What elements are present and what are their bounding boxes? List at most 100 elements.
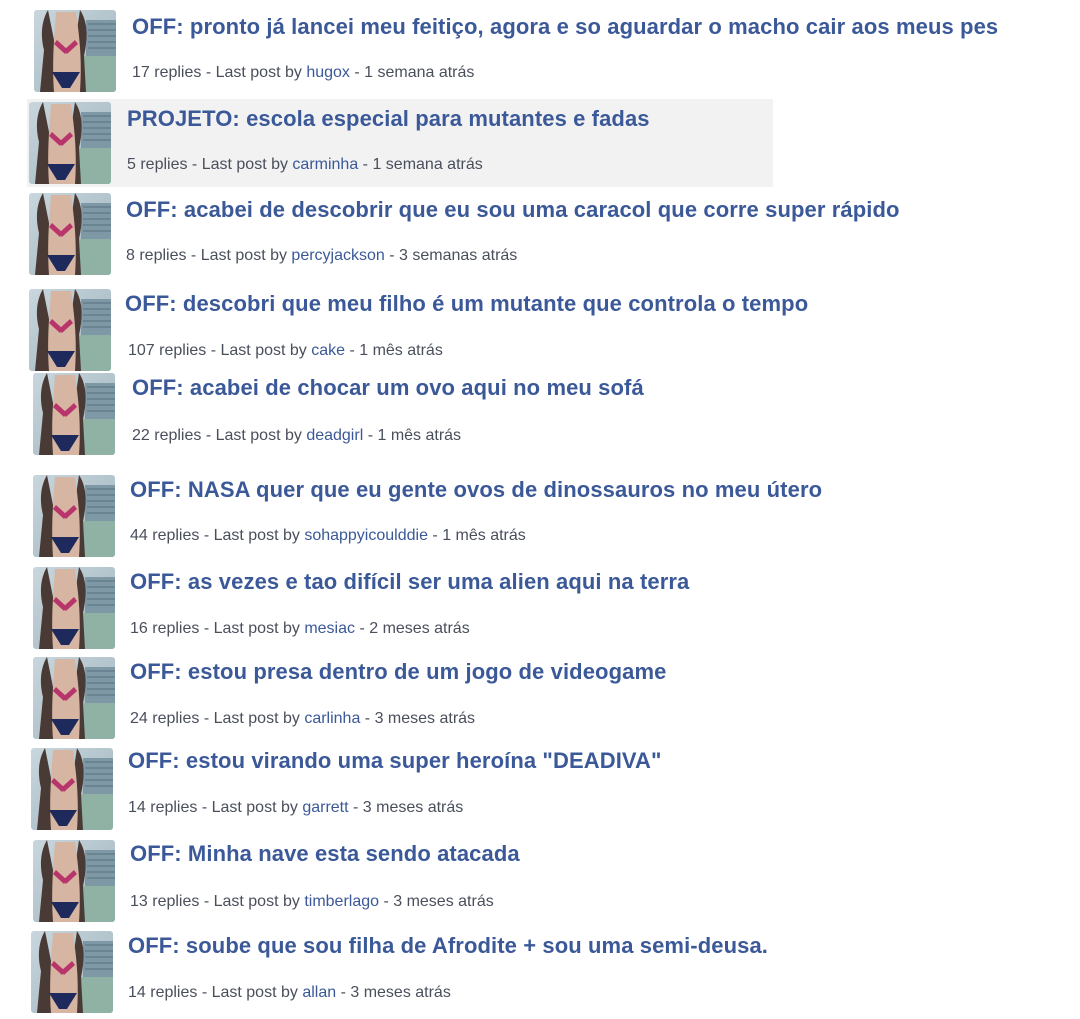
topic-title-link[interactable]: OFF: NASA quer que eu gente ovos de dino… (130, 477, 822, 503)
avatar-photo-icon (33, 567, 115, 649)
meta-label: replies - Last post by (145, 799, 303, 816)
topic-row: OFF: estou virando uma super heroína "DE… (31, 748, 1071, 836)
last-post-time: 1 mês atrás (359, 342, 443, 359)
last-post-time: 1 semana atrás (364, 64, 475, 81)
avatar-photo-icon (29, 102, 111, 184)
last-poster-link[interactable]: carlinha (304, 710, 360, 727)
avatar-photo-icon (33, 373, 115, 455)
topic-meta: 16 replies - Last post by mesiac - 2 mes… (130, 620, 470, 638)
user-avatar[interactable] (31, 931, 113, 1013)
user-avatar[interactable] (29, 102, 111, 184)
last-post-time: 3 meses atrás (350, 984, 451, 1001)
topic-row: OFF: NASA quer que eu gente ovos de dino… (33, 475, 1073, 563)
topic-meta: 13 replies - Last post by timberlago - 3… (130, 893, 494, 911)
avatar-photo-icon (33, 657, 115, 739)
meta-separator: - (360, 710, 375, 727)
topic-title-link[interactable]: OFF: Minha nave esta sendo atacada (130, 841, 520, 867)
last-poster-link[interactable]: garrett (302, 799, 348, 816)
topic-title-link[interactable]: OFF: pronto já lancei meu feitiço, agora… (132, 14, 998, 40)
meta-separator: - (336, 984, 351, 1001)
last-post-time: 2 meses atrás (369, 620, 470, 637)
reply-count: 8 (126, 247, 135, 264)
last-poster-link[interactable]: hugox (306, 64, 350, 81)
meta-separator: - (358, 156, 373, 173)
last-post-time: 3 meses atrás (362, 799, 464, 816)
topic-title-link[interactable]: PROJETO: escola especial para mutantes e… (127, 106, 650, 132)
reply-count: 107 (128, 342, 155, 359)
topic-row: OFF: Minha nave esta sendo atacada 13 re… (33, 840, 1073, 928)
avatar-photo-icon (29, 289, 111, 371)
user-avatar[interactable] (33, 373, 115, 455)
avatar-photo-icon (31, 931, 113, 1013)
topic-title-link[interactable]: OFF: acabei de descobrir que eu sou uma … (126, 197, 900, 223)
topic-title-link[interactable]: OFF: estou virando uma super heroína "DE… (128, 748, 662, 774)
last-poster-link[interactable]: allan (302, 984, 336, 1001)
meta-label: replies - Last post by (154, 342, 312, 359)
last-post-time: 1 mês atrás (377, 427, 462, 444)
topic-title-link[interactable]: OFF: estou presa dentro de um jogo de vi… (130, 659, 666, 685)
reply-count: 24 (130, 710, 148, 727)
avatar-photo-icon (33, 475, 115, 557)
user-avatar[interactable] (34, 10, 116, 92)
last-poster-link[interactable]: cake (311, 342, 345, 359)
last-post-time: 1 mês atrás (442, 527, 526, 544)
meta-label: replies - Last post by (147, 527, 305, 544)
topic-meta: 22 replies - Last post by deadgirl - 1 m… (132, 427, 461, 445)
meta-separator: - (384, 247, 400, 264)
user-avatar[interactable] (31, 748, 113, 830)
topic-meta: 14 replies - Last post by garrett - 3 me… (128, 799, 463, 817)
reply-count: 16 (130, 620, 148, 637)
reply-count: 5 (127, 156, 136, 173)
reply-count: 14 (128, 984, 146, 1001)
topic-row: OFF: acabei de chocar um ovo aqui no meu… (33, 373, 1073, 461)
meta-label: replies - Last post by (147, 710, 305, 727)
meta-separator: - (427, 527, 443, 544)
topic-row: OFF: descobri que meu filho é um mutante… (29, 289, 1069, 377)
avatar-photo-icon (29, 193, 111, 275)
meta-label: replies - Last post by (147, 893, 305, 910)
meta-label: replies - Last post by (149, 64, 307, 81)
user-avatar[interactable] (33, 567, 115, 649)
topic-title-link[interactable]: OFF: acabei de chocar um ovo aqui no meu… (132, 375, 644, 401)
user-avatar[interactable] (33, 840, 115, 922)
topic-meta: 107 replies - Last post by cake - 1 mês … (128, 342, 443, 360)
meta-separator: - (355, 620, 370, 637)
reply-count: 17 (132, 64, 150, 81)
meta-label: replies - Last post by (149, 427, 307, 444)
last-post-time: 3 meses atrás (374, 710, 476, 727)
topic-meta: 5 replies - Last post by carminha - 1 se… (127, 156, 483, 174)
topic-meta: 8 replies - Last post by percyjackson - … (126, 247, 517, 265)
topic-title-link[interactable]: OFF: as vezes e tao difícil ser uma alie… (130, 569, 689, 595)
last-post-time: 1 semana atrás (372, 156, 483, 173)
topic-title-link[interactable]: OFF: descobri que meu filho é um mutante… (125, 291, 808, 317)
topic-meta: 14 replies - Last post by allan - 3 mese… (128, 984, 451, 1002)
last-post-time: 3 semanas atrás (399, 247, 518, 264)
user-avatar[interactable] (33, 657, 115, 739)
user-avatar[interactable] (29, 289, 111, 371)
meta-label: replies - Last post by (147, 620, 305, 637)
reply-count: 14 (128, 799, 146, 816)
last-post-time: 3 meses atrás (393, 893, 494, 910)
last-poster-link[interactable]: sohappyicoulddie (304, 527, 428, 544)
last-poster-link[interactable]: percyjackson (291, 247, 384, 264)
meta-separator: - (379, 893, 394, 910)
topic-row: PROJETO: escola especial para mutantes e… (27, 99, 773, 187)
reply-count: 44 (130, 527, 148, 544)
last-poster-link[interactable]: timberlago (304, 893, 379, 910)
topic-meta: 24 replies - Last post by carlinha - 3 m… (130, 710, 475, 728)
last-poster-link[interactable]: deadgirl (306, 427, 363, 444)
meta-separator: - (349, 64, 365, 81)
avatar-photo-icon (33, 840, 115, 922)
topic-row: OFF: pronto já lancei meu feitiço, agora… (32, 10, 1072, 98)
user-avatar[interactable] (33, 475, 115, 557)
last-poster-link[interactable]: carminha (292, 156, 358, 173)
topic-title-link[interactable]: OFF: soube que sou filha de Afrodite + s… (128, 933, 768, 959)
user-avatar[interactable] (29, 193, 111, 275)
topic-meta: 17 replies - Last post by hugox - 1 sema… (132, 64, 474, 82)
reply-count: 13 (130, 893, 148, 910)
last-poster-link[interactable]: mesiac (304, 620, 355, 637)
reply-count: 22 (132, 427, 150, 444)
topic-row: OFF: soube que sou filha de Afrodite + s… (31, 931, 1071, 1019)
meta-label: replies - Last post by (135, 156, 293, 173)
meta-label: replies - Last post by (145, 984, 303, 1001)
